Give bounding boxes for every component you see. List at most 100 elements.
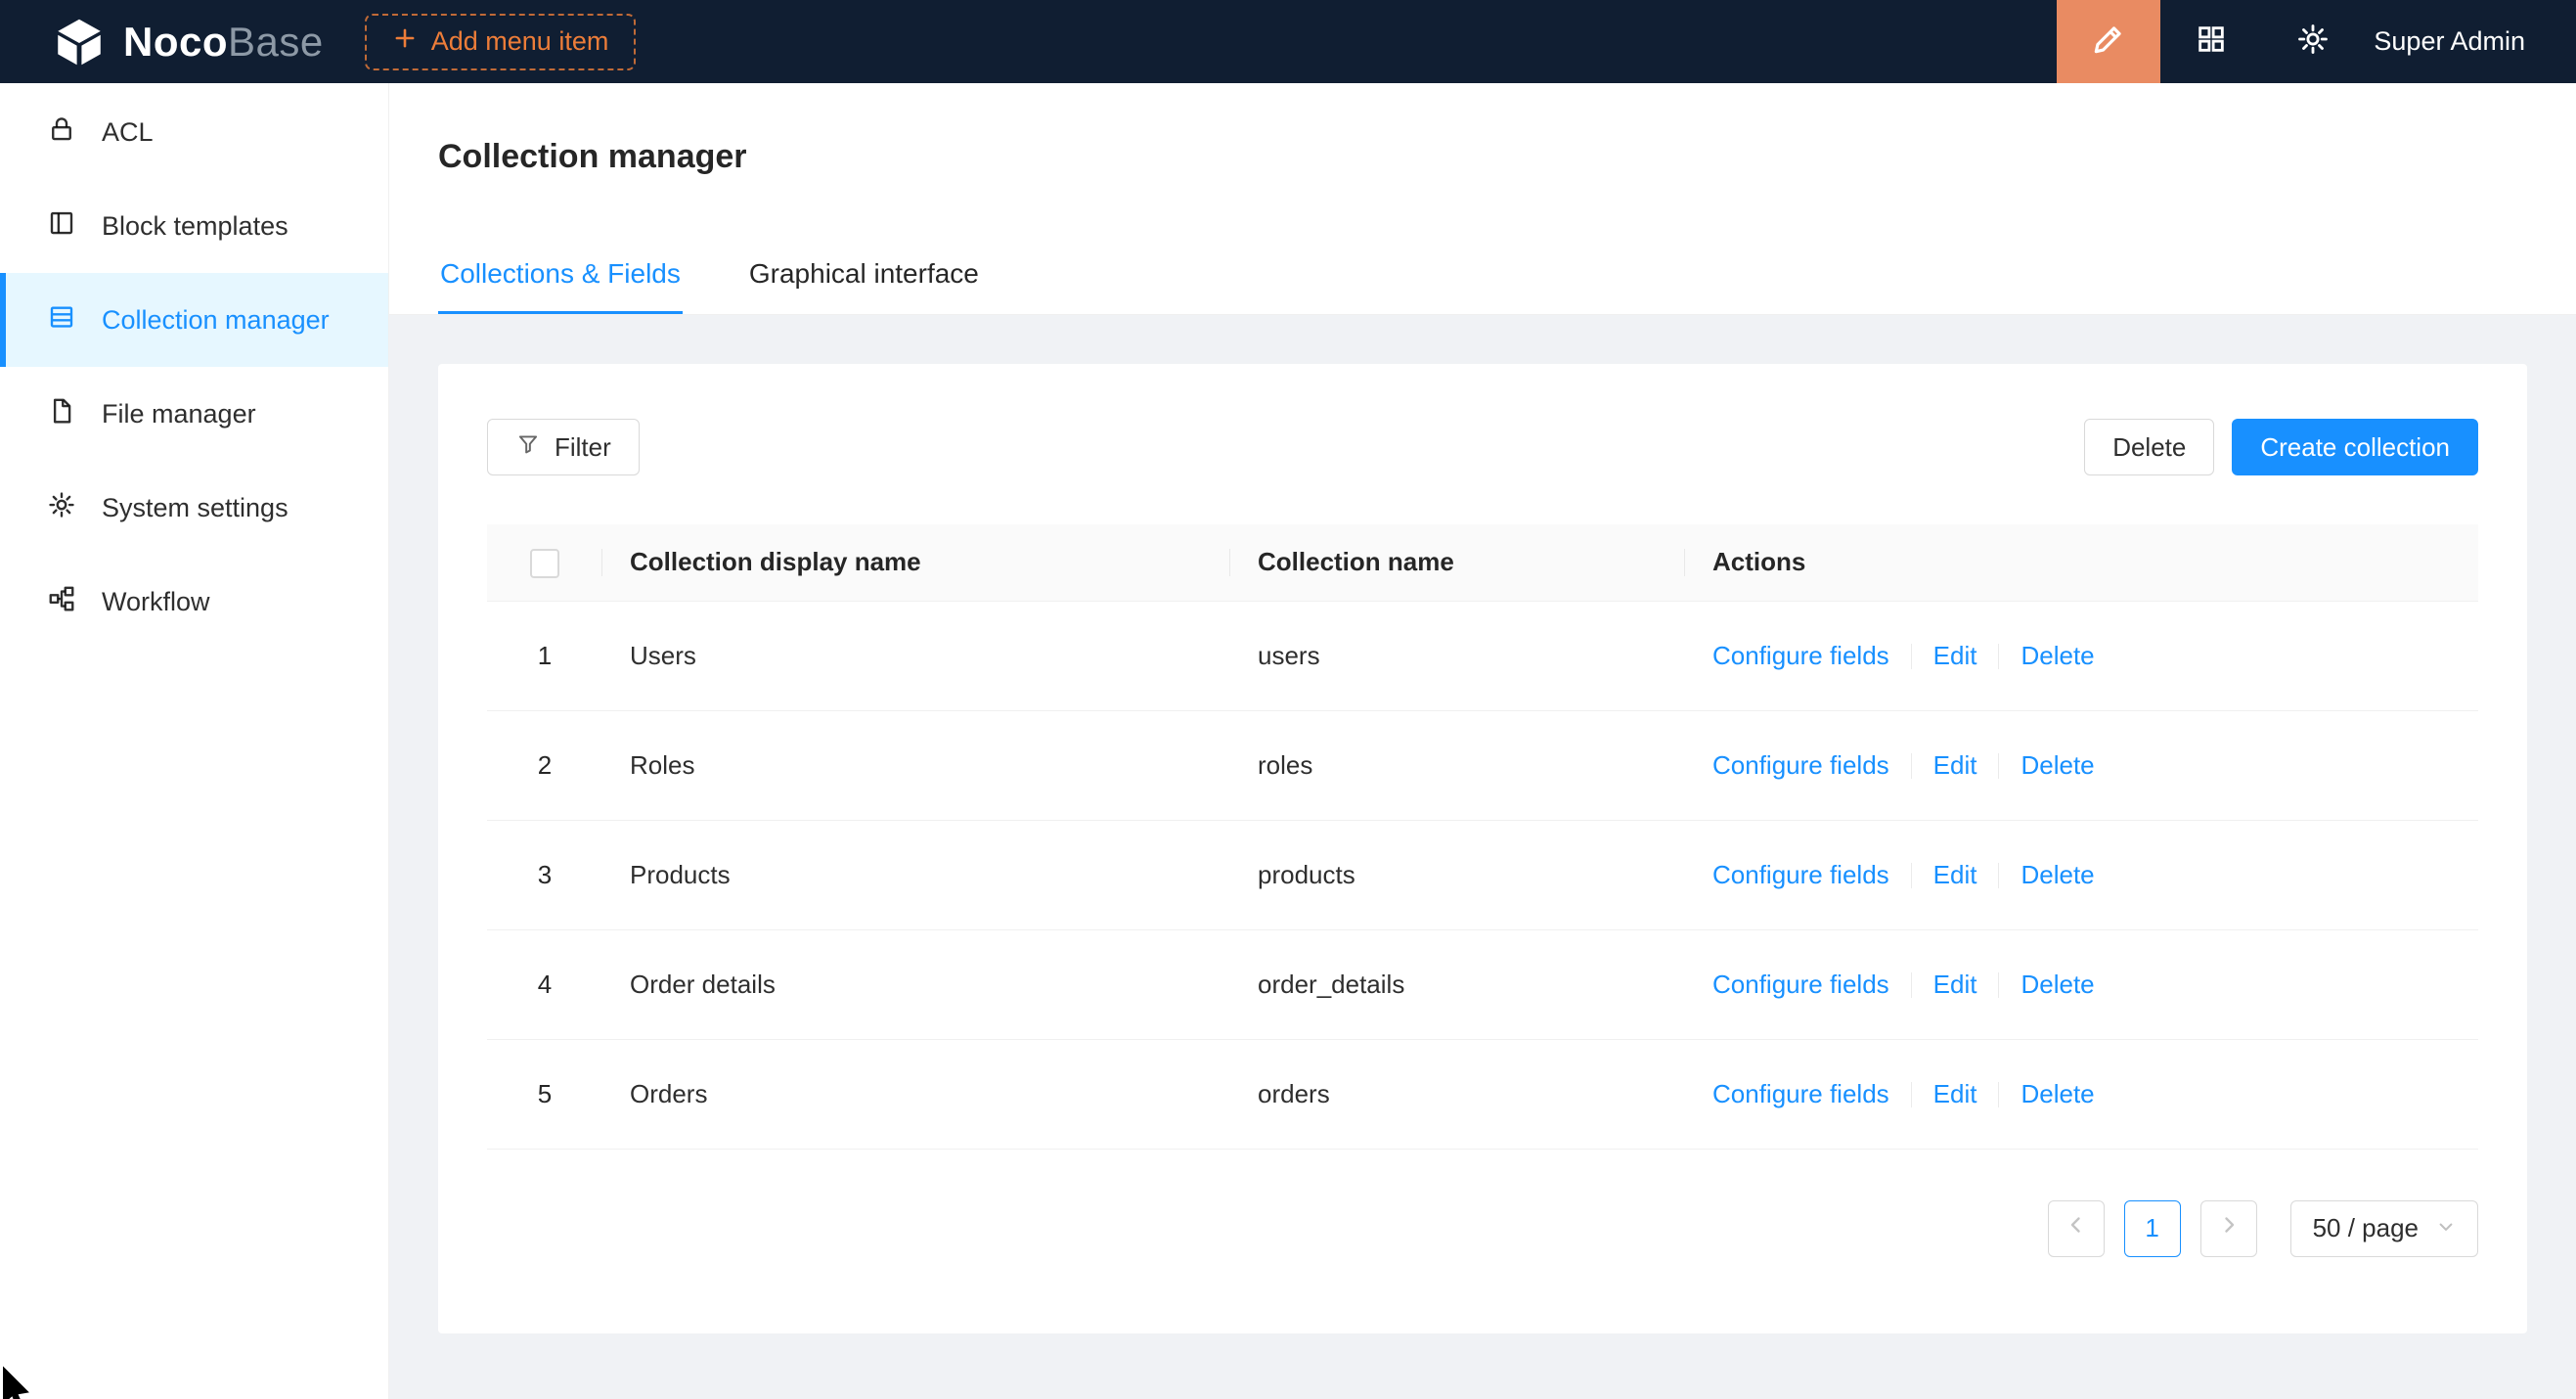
page-size-value: 50 / page [2313,1213,2419,1243]
brand-primary: Noco [123,19,228,65]
add-menu-item-button[interactable]: Add menu item [365,14,637,70]
action-configure-fields[interactable]: Configure fields [1712,750,1889,780]
sidebar-item-label: File manager [102,399,256,429]
tab-label: Graphical interface [749,258,979,289]
chevron-left-icon [2065,1213,2088,1243]
table-header: Collection display name Collection name … [487,524,2478,601]
plugins-button[interactable] [2160,0,2262,83]
sidebar-item-acl[interactable]: ACL [0,85,388,179]
table-row: 3 Products products Configure fields Edit… [487,820,2478,929]
action-delete[interactable]: Delete [2021,1079,2094,1108]
create-collection-button[interactable]: Create collection [2232,419,2478,475]
action-delete[interactable]: Delete [2021,750,2094,780]
row-display-name: Orders [602,1039,1230,1149]
row-index: 3 [538,860,552,889]
sidebar-item-system-settings[interactable]: System settings [0,461,388,555]
brand-text: NocoBase [123,19,324,66]
block-templates-icon [47,208,76,245]
filter-icon [515,431,541,464]
nocobase-logo[interactable]: NocoBase [0,14,365,70]
gear-icon [2296,23,2330,61]
sidebar-item-label: Collection manager [102,305,330,336]
mouse-cursor [0,1364,43,1399]
table-row: 5 Orders orders Configure fieldsEditDele… [487,1039,2478,1149]
next-page-button[interactable] [2200,1200,2257,1257]
action-separator [1911,863,1912,888]
row-index: 4 [538,970,552,999]
sidebar-item-block-templates[interactable]: Block templates [0,179,388,273]
select-all-header-cell [487,524,602,601]
page-title: Collection manager [438,138,2527,176]
chevron-down-icon [2436,1213,2456,1243]
table-row: 2 Roles roles Configure fieldsEditDelete [487,710,2478,820]
action-separator [1998,863,1999,888]
gear-icon [47,490,76,526]
tab-graphical-interface[interactable]: Graphical interface [747,245,981,314]
row-collection-name: roles [1230,710,1685,820]
row-actions: Configure fields Edit Delete [1685,710,2478,820]
action-delete[interactable]: Delete [2021,970,2094,999]
prev-page-button[interactable] [2048,1200,2105,1257]
card-toolbar: Filter Delete Create collection [487,419,2478,475]
current-user-menu[interactable]: Super Admin [2364,26,2576,57]
cube-icon [51,14,108,70]
action-edit[interactable]: Edit [1933,860,1977,889]
create-collection-label: Create collection [2260,432,2450,463]
action-configure-fields[interactable]: Configure fields [1712,1079,1889,1108]
settings-sidebar: ACL Block templates Collection manager F… [0,83,389,1399]
collection-icon [47,302,76,338]
row-actions: Configure fields Edit Delete [1685,601,2478,710]
sidebar-item-label: Block templates [102,211,289,242]
row-index-cell: 5 [487,1039,602,1149]
row-actions: Configure fields Edit Delete [1685,1039,2478,1149]
row-index: 2 [538,750,552,780]
action-edit[interactable]: Edit [1933,641,1977,670]
table-body: 1 Users users Configure fieldsEditDelete… [487,601,2478,1149]
sidebar-item-collection-manager[interactable]: Collection manager [0,273,388,367]
page-1-button[interactable]: 1 [2124,1200,2181,1257]
action-delete[interactable]: Delete [2021,860,2094,889]
app-window: NocoBase Add menu item [0,0,2576,1399]
top-header: NocoBase Add menu item [0,0,2576,83]
filter-button[interactable]: Filter [487,419,640,475]
table-row: 1 Users users Configure fieldsEditDelete [487,601,2478,710]
content-area: Filter Delete Create collection Collecti… [389,315,2576,1399]
action-configure-fields[interactable]: Configure fields [1712,860,1889,889]
action-separator [1998,972,1999,998]
action-separator [1911,753,1912,779]
action-edit[interactable]: Edit [1933,1079,1977,1108]
action-delete[interactable]: Delete [2021,641,2094,670]
add-menu-item-label: Add menu item [431,26,609,57]
row-collection-name: users [1230,601,1685,710]
action-edit[interactable]: Edit [1933,750,1977,780]
grid-icon [2195,23,2228,61]
table-row: 4 Order details order_details Configure … [487,929,2478,1039]
sidebar-item-workflow[interactable]: Workflow [0,555,388,649]
row-collection-name: products [1230,820,1685,929]
sidebar-item-label: Workflow [102,587,210,617]
action-separator [1998,753,1999,779]
action-separator [1998,644,1999,669]
settings-button[interactable] [2262,0,2364,83]
row-display-name: Products [602,820,1230,929]
action-configure-fields[interactable]: Configure fields [1712,970,1889,999]
action-edit[interactable]: Edit [1933,970,1977,999]
row-index-cell: 3 [487,820,602,929]
sidebar-item-file-manager[interactable]: File manager [0,367,388,461]
page-header: Collection manager [389,83,2576,176]
select-all-checkbox[interactable] [530,549,559,578]
workflow-icon [47,584,76,620]
chevron-right-icon [2217,1213,2241,1243]
page-size-select[interactable]: 50 / page [2290,1200,2478,1257]
sidebar-item-label: System settings [102,493,289,523]
ui-designer-button[interactable] [2057,0,2160,83]
tab-collections-fields[interactable]: Collections & Fields [438,245,683,314]
header-actions: Super Admin [2057,0,2576,83]
delete-button[interactable]: Delete [2084,419,2214,475]
action-configure-fields[interactable]: Configure fields [1712,641,1889,670]
current-page-number: 1 [2145,1213,2158,1243]
collections-card: Filter Delete Create collection Collecti… [438,364,2527,1333]
sidebar-item-label: ACL [102,117,154,148]
action-separator [1911,972,1912,998]
delete-button-label: Delete [2112,432,2186,463]
